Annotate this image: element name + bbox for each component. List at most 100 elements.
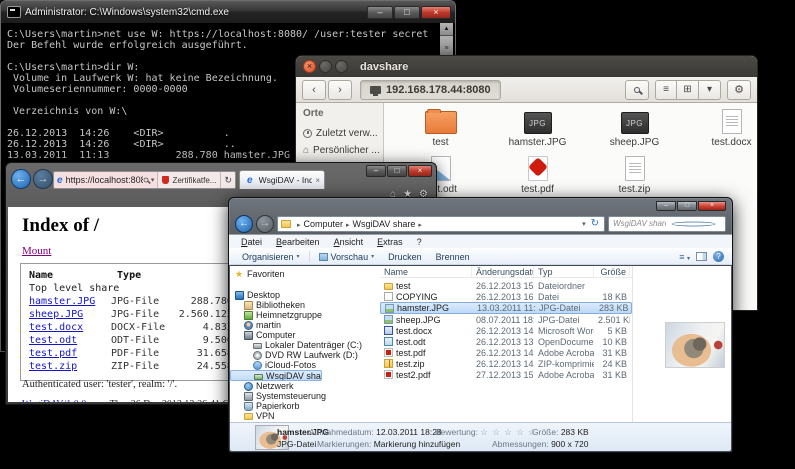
forward-button[interactable]: → [256, 215, 274, 233]
sidebar-item-heimnetzgruppe[interactable]: Heimnetzgruppe [230, 310, 378, 320]
breadcrumb[interactable]: ▸Computer▸WsgiDAV share▸ [294, 219, 579, 229]
browser-tab[interactable]: e WsgiDAV - Index of / × [239, 170, 325, 189]
column-name[interactable]: Name [380, 266, 472, 277]
address-button[interactable]: 192.168.178.44:8080 [360, 80, 501, 100]
menu-bearbeiten[interactable]: Bearbeiten [270, 237, 326, 247]
search-icon[interactable] [144, 178, 149, 183]
refresh-button[interactable]: ↻ [220, 172, 235, 188]
sidebar-item-netzwerk[interactable]: Netzwerk [230, 381, 378, 391]
mount-link[interactable]: Mount [22, 245, 51, 257]
refresh-icon[interactable]: ↻ [589, 218, 601, 229]
sidebar-item-papierkorb[interactable]: Papierkorb [230, 401, 378, 411]
chevron-down-icon[interactable]: ▾ [582, 220, 586, 228]
maximize-button[interactable]: □ [394, 6, 420, 19]
sidebar-item-favoriten[interactable]: ★ Favoriten [230, 269, 378, 279]
close-button[interactable]: × [408, 165, 432, 177]
file-link[interactable]: sheep.JPG [29, 309, 83, 320]
tab-close-icon[interactable]: × [315, 176, 320, 185]
menu-ansicht[interactable]: Ansicht [328, 237, 370, 247]
close-button[interactable]: × [698, 201, 726, 211]
file-link[interactable]: test.pdf [29, 348, 77, 359]
search-box[interactable]: WsgiDAV share durchsuchen [608, 216, 726, 232]
sidebar-item-systemsteuerung[interactable]: Systemsteuerung [230, 391, 378, 401]
rating-stars[interactable]: ☆ ☆ ☆ ☆ ☆ [480, 427, 537, 437]
sidebar-item-vpn[interactable]: VPN [230, 411, 378, 421]
burn-button[interactable]: Brennen [431, 252, 475, 262]
explorer-titlebar[interactable]: – □ × [229, 198, 732, 213]
minimize-button[interactable]: – [366, 165, 386, 177]
list-view-button[interactable]: ≡ [655, 80, 677, 100]
cmd-titlebar[interactable]: Administrator: C:\Windows\system32\cmd.e… [1, 1, 455, 23]
breadcrumb-computer[interactable]: Computer [304, 219, 344, 229]
file-row[interactable]: sheep.JPG08.07.2011 18:52JPG-Datei2.501 … [380, 314, 632, 325]
breadcrumb-wsgidav-share[interactable]: WsgiDAV share [353, 219, 416, 229]
preview-pane-button[interactable] [696, 252, 707, 261]
menu-help[interactable]: ? [411, 237, 428, 247]
maximize-button[interactable] [335, 60, 348, 73]
preview-button[interactable]: Vorschau▾ [314, 252, 380, 262]
sidebar-item-lokaler-datentr-ger-c-[interactable]: Lokaler Datenträger (C:) [230, 340, 378, 350]
column-date[interactable]: Änderungsdatum [472, 266, 534, 277]
url-text[interactable]: https://localhost:8080/ [66, 175, 143, 185]
sidebar-item-computer[interactable]: Computer [230, 330, 378, 340]
chevron-down-icon[interactable]: ▾ [151, 176, 155, 184]
nautilus-file[interactable]: test.pdf [490, 154, 585, 195]
scroll-up-icon[interactable]: ▲ [440, 23, 453, 35]
sidebar-item-icloud-fotos[interactable]: iCloud-Fotos [230, 360, 378, 370]
menu-extras[interactable]: Extras [371, 237, 409, 247]
maximize-button[interactable]: □ [387, 165, 407, 177]
minimize-button[interactable]: – [367, 6, 393, 19]
file-link[interactable]: test.odt [29, 335, 77, 346]
tags-value[interactable]: Markierung hinzufügen [374, 439, 460, 449]
nautilus-file[interactable]: test [393, 107, 488, 148]
file-row[interactable]: test.zip26.12.2013 14:22ZIP-komprimierte… [380, 358, 632, 369]
views-button[interactable]: ≡ ▾ [679, 252, 690, 262]
grid-view-button[interactable]: ⊞ [677, 80, 699, 100]
wsgidav-link[interactable]: WsgiDAV/1.0.0.pre [22, 399, 102, 402]
sidebar-item-bibliotheken[interactable]: Bibliotheken [230, 300, 378, 310]
column-size[interactable]: Größe [594, 266, 630, 277]
sidebar-item-desktop[interactable]: Desktop [230, 290, 378, 300]
back-button[interactable]: ← [11, 169, 31, 189]
file-row[interactable]: hamster.JPG13.03.2011 11:13JPG-Datei283 … [380, 302, 632, 314]
nautilus-titlebar[interactable]: × davshare [296, 56, 757, 77]
minimize-button[interactable] [319, 60, 332, 73]
file-row[interactable]: test26.12.2013 15:21Dateiordner [380, 280, 632, 291]
address-bar[interactable]: e https://localhost:8080/ ▾ Zertifikatfe… [53, 171, 236, 189]
column-headers[interactable]: Name Änderungsdatum Typ Größe [380, 266, 632, 278]
sidebar-item-home[interactable]: ⌂ Persönlicher ... [303, 142, 383, 159]
file-row[interactable]: test.odt26.12.2013 13:55OpenDocument T..… [380, 336, 632, 347]
nautilus-file[interactable]: test.docx [684, 107, 758, 148]
file-link[interactable]: hamster.JPG [29, 296, 95, 307]
close-button[interactable]: × [421, 6, 451, 19]
sidebar-item-dvd-rw-laufwerk-d-[interactable]: DVD RW Laufwerk (D:) [230, 350, 378, 360]
maximize-button[interactable]: □ [677, 201, 697, 211]
close-button[interactable]: × [303, 60, 316, 73]
file-row[interactable]: test2.pdf27.12.2013 15:10Adobe Acrobat D… [380, 369, 632, 380]
back-button[interactable]: ‹ [302, 80, 326, 100]
address-bar[interactable]: ▸Computer▸WsgiDAV share▸ ▾ ↻ [277, 216, 605, 232]
sidebar-item-martin[interactable]: martin [230, 320, 378, 330]
nautilus-file[interactable]: JPG hamster.JPG [490, 107, 585, 148]
nautilus-file[interactable]: test.zip [587, 154, 682, 195]
nautilus-file[interactable]: JPG sheep.JPG [587, 107, 682, 148]
menu-datei[interactable]: Datei [235, 237, 268, 247]
minimize-button[interactable]: – [656, 201, 676, 211]
search-button[interactable] [625, 80, 649, 100]
help-button[interactable]: ? [713, 251, 724, 262]
file-row[interactable]: test.pdf26.12.2013 14:19Adobe Acrobat D.… [380, 347, 632, 358]
forward-button[interactable]: › [328, 80, 352, 100]
column-type[interactable]: Typ [534, 266, 594, 277]
view-options-button[interactable]: ▾ [699, 80, 721, 100]
file-row[interactable]: COPYING26.12.2013 16:22Datei18 KB [380, 291, 632, 302]
gear-button[interactable]: ⚙ [727, 80, 751, 100]
file-link[interactable]: test.zip [29, 361, 77, 372]
forward-button[interactable]: → [33, 169, 53, 189]
file-row[interactable]: test.docx26.12.2013 14:26Microsoft Word … [380, 325, 632, 336]
organize-button[interactable]: Organisieren▾ [237, 252, 305, 262]
back-button[interactable]: ← [235, 215, 253, 233]
sidebar-item-wsgidav-share[interactable]: WsgiDAV share [230, 370, 322, 381]
sidebar-item-recent[interactable]: Zuletzt verw... [303, 125, 383, 142]
file-link[interactable]: test.docx [29, 322, 83, 333]
certificate-error-button[interactable]: Zertifikatfe... [157, 172, 220, 188]
